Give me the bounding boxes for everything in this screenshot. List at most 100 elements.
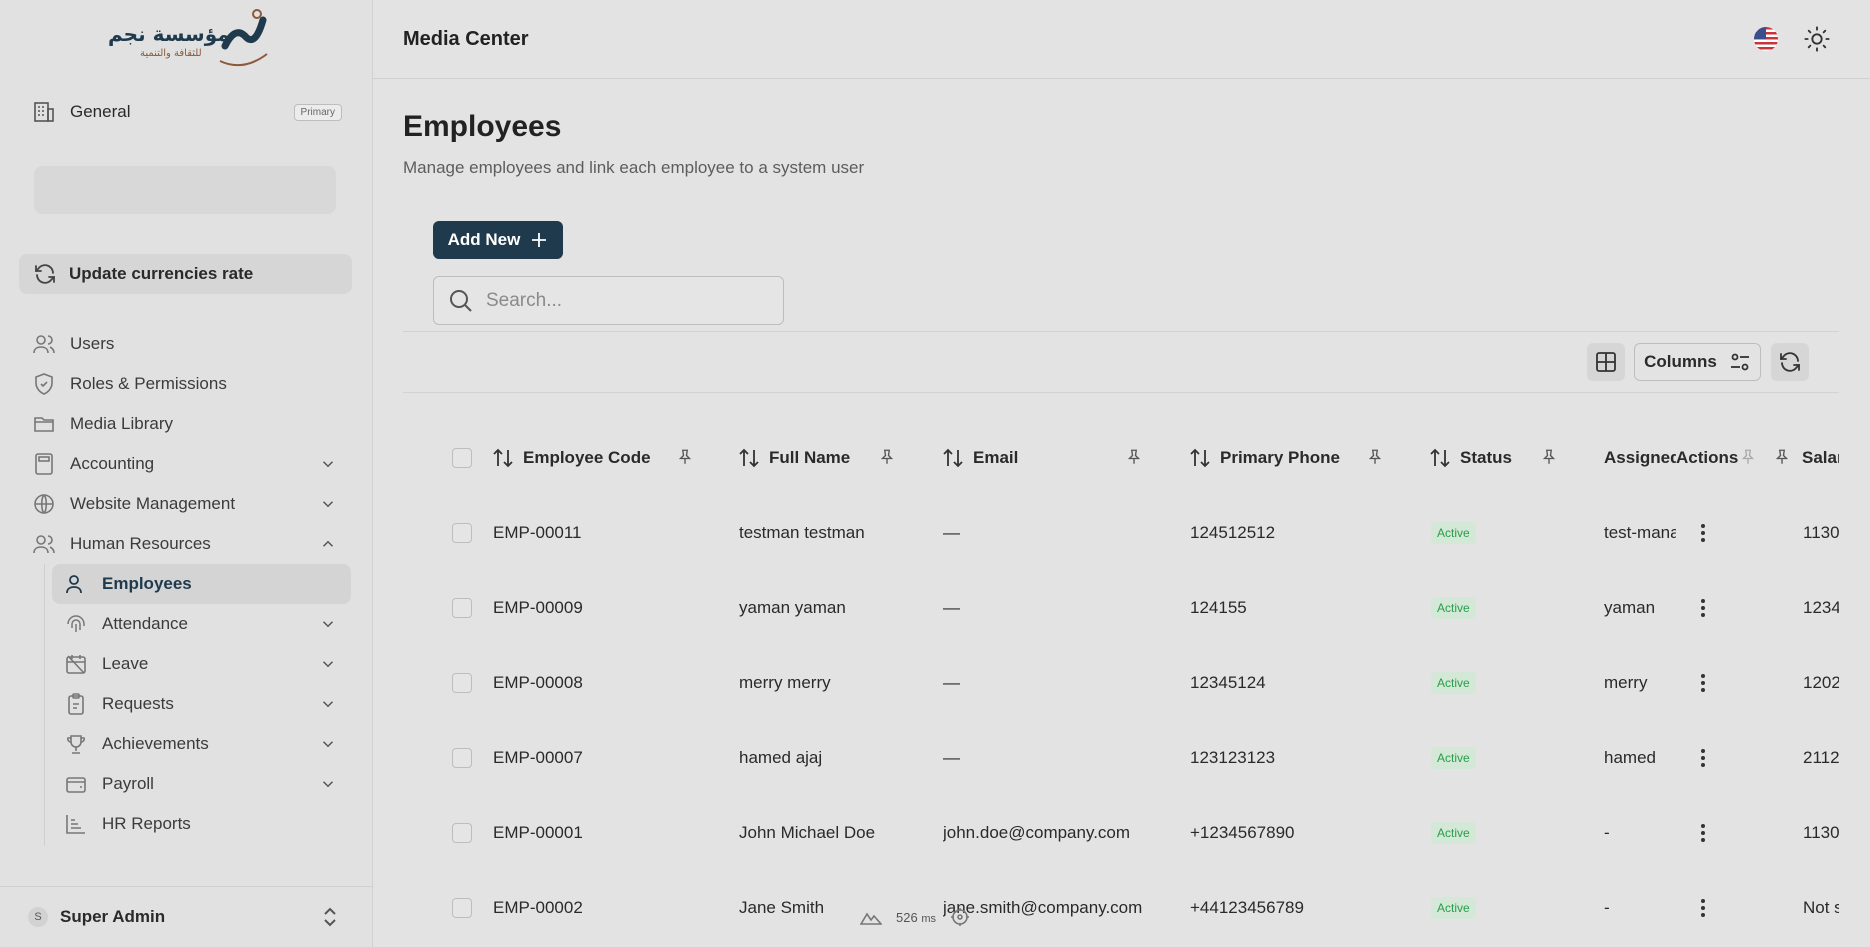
header-status[interactable]: Status (1428, 420, 1548, 495)
sidebar-item-employees[interactable]: Employees (52, 564, 351, 604)
more-vertical-icon[interactable] (1700, 673, 1706, 693)
user-menu[interactable]: S Super Admin (0, 886, 373, 947)
header-salary[interactable]: Salary (1802, 420, 1839, 495)
header-actions: Actions (1676, 420, 1746, 495)
chevron-down-icon (322, 701, 334, 708)
phone-cell: +1234567890 (1190, 822, 1295, 842)
row-actions-cell (1693, 645, 1713, 720)
sun-icon[interactable] (1803, 25, 1831, 53)
logo-mark-icon (219, 9, 268, 67)
fingerprint-icon (67, 615, 85, 632)
more-vertical-icon[interactable] (1700, 523, 1706, 543)
org-selector[interactable]: General Primary (32, 98, 342, 126)
row-select-cell (452, 570, 472, 645)
plus-icon (532, 233, 547, 247)
header-label: Actions (1676, 447, 1739, 467)
header-email[interactable]: Email (941, 420, 1101, 495)
pin-icon[interactable] (676, 448, 694, 466)
sidebar-item-media-library[interactable]: Media Library (0, 404, 373, 444)
sidebar-item-label: Attendance (102, 614, 189, 633)
sidebar-item-requests[interactable]: Requests (0, 684, 373, 724)
sort-icon (739, 448, 759, 467)
pin-icon[interactable] (1739, 448, 1757, 466)
select-all-checkbox[interactable] (452, 447, 472, 468)
sidebar-item-achievements[interactable]: Achievements (0, 724, 373, 764)
sort-icon (1430, 448, 1450, 467)
phone-cell: 124155 (1190, 597, 1247, 617)
table-header-row: Employee Code Full Name Email Primary Ph… (433, 420, 1839, 495)
sidebar-item-label: Website Management (70, 494, 236, 513)
more-vertical-icon[interactable] (1700, 823, 1706, 843)
more-vertical-icon[interactable] (1700, 898, 1706, 918)
row-checkbox[interactable] (452, 897, 472, 918)
row-select-cell (452, 495, 472, 570)
sidebar-item-human-resources[interactable]: Human Resources (0, 524, 373, 564)
header-full-name[interactable]: Full Name (737, 420, 897, 495)
row-checkbox[interactable] (452, 597, 472, 618)
table-row[interactable]: EMP-00008 merry merry — 12345124 Active merry… (433, 645, 1839, 720)
divider (403, 331, 1839, 332)
refresh-button[interactable] (1771, 343, 1809, 381)
sidebar-item-accounting[interactable]: Accounting (0, 444, 373, 484)
primary-badge: Primary (293, 103, 342, 121)
status-cell: Active (1431, 645, 1591, 720)
add-new-label: Add New (447, 230, 521, 249)
update-currencies-label: Update currencies rate (69, 264, 254, 283)
app-title: Media Center (403, 28, 529, 50)
row-checkbox[interactable] (452, 522, 472, 543)
folder-icon (34, 417, 54, 432)
sidebar-item-users[interactable]: Users (0, 324, 373, 364)
pin-icon[interactable] (1773, 448, 1791, 466)
grid-view-button[interactable] (1587, 343, 1625, 381)
table-row[interactable]: EMP-00009 yaman yaman — 124155 Active yaman 12… (433, 570, 1839, 645)
update-currencies-button[interactable]: Update currencies rate (19, 254, 352, 294)
pin-icon[interactable] (1540, 448, 1558, 466)
assigned-user-cell: merry (1604, 672, 1648, 692)
row-checkbox[interactable] (452, 822, 472, 843)
employee-code-cell: EMP-00009 (493, 597, 583, 617)
header-assigned-user[interactable]: Assigned User (1604, 420, 1676, 495)
sidebar-item-website-management[interactable]: Website Management (0, 484, 373, 524)
shield-icon (35, 373, 53, 395)
sidebar-item-label: Payroll (102, 774, 154, 793)
salary-cell: 1130 (1803, 822, 1839, 842)
sidebar-item-attendance[interactable]: Attendance (0, 604, 373, 644)
grid-icon (1596, 352, 1616, 372)
status-cell: Active (1431, 720, 1591, 795)
row-actions-cell (1693, 570, 1713, 645)
pin-icon[interactable] (1125, 448, 1143, 466)
more-vertical-icon[interactable] (1700, 748, 1706, 768)
clipboard-icon (68, 693, 84, 715)
more-vertical-icon[interactable] (1700, 598, 1706, 618)
chevron-down-icon (322, 461, 334, 468)
columns-button[interactable]: Columns (1634, 343, 1761, 381)
row-checkbox[interactable] (452, 672, 472, 693)
table-row[interactable]: EMP-00002 Jane Smith jane.smith@company.co… (433, 870, 1839, 945)
salary-cell: 1130 (1803, 522, 1839, 542)
us-flag-icon[interactable] (1753, 26, 1779, 52)
sidebar-item-hr-reports[interactable]: HR Reports (0, 804, 373, 844)
topbar: Media Center (373, 0, 1870, 79)
search-box[interactable] (433, 276, 784, 325)
divider (403, 392, 1839, 393)
row-checkbox[interactable] (452, 747, 472, 768)
header-primary-phone[interactable]: Primary Phone (1188, 420, 1373, 495)
refresh-icon (35, 264, 55, 284)
table-row[interactable]: EMP-00011 testman testman — 124512512 Active… (433, 495, 1839, 570)
sidebar-item-payroll[interactable]: Payroll (0, 764, 373, 804)
phone-cell: 124512512 (1190, 522, 1276, 542)
pin-icon[interactable] (878, 448, 896, 466)
submenu-guide-line (44, 564, 45, 846)
sidebar-item-roles[interactable]: Roles & Permissions (0, 364, 373, 404)
header-employee-code[interactable]: Employee Code (491, 420, 681, 495)
search-input[interactable] (486, 289, 766, 312)
table-row[interactable]: EMP-00001 John Michael Doe john.doe@compan… (433, 795, 1839, 870)
page-title: Employees (403, 110, 562, 143)
status-badge: Active (1431, 596, 1476, 619)
add-new-button[interactable]: Add New (433, 221, 563, 259)
sidebar-item-leave[interactable]: Leave (0, 644, 373, 684)
pin-icon[interactable] (1366, 448, 1384, 466)
table-row[interactable]: EMP-00007 hamed ajaj — 123123123 Active hamed… (433, 720, 1839, 795)
page-subtitle: Manage employees and link each employee … (403, 158, 865, 177)
email-cell: — (943, 672, 960, 692)
